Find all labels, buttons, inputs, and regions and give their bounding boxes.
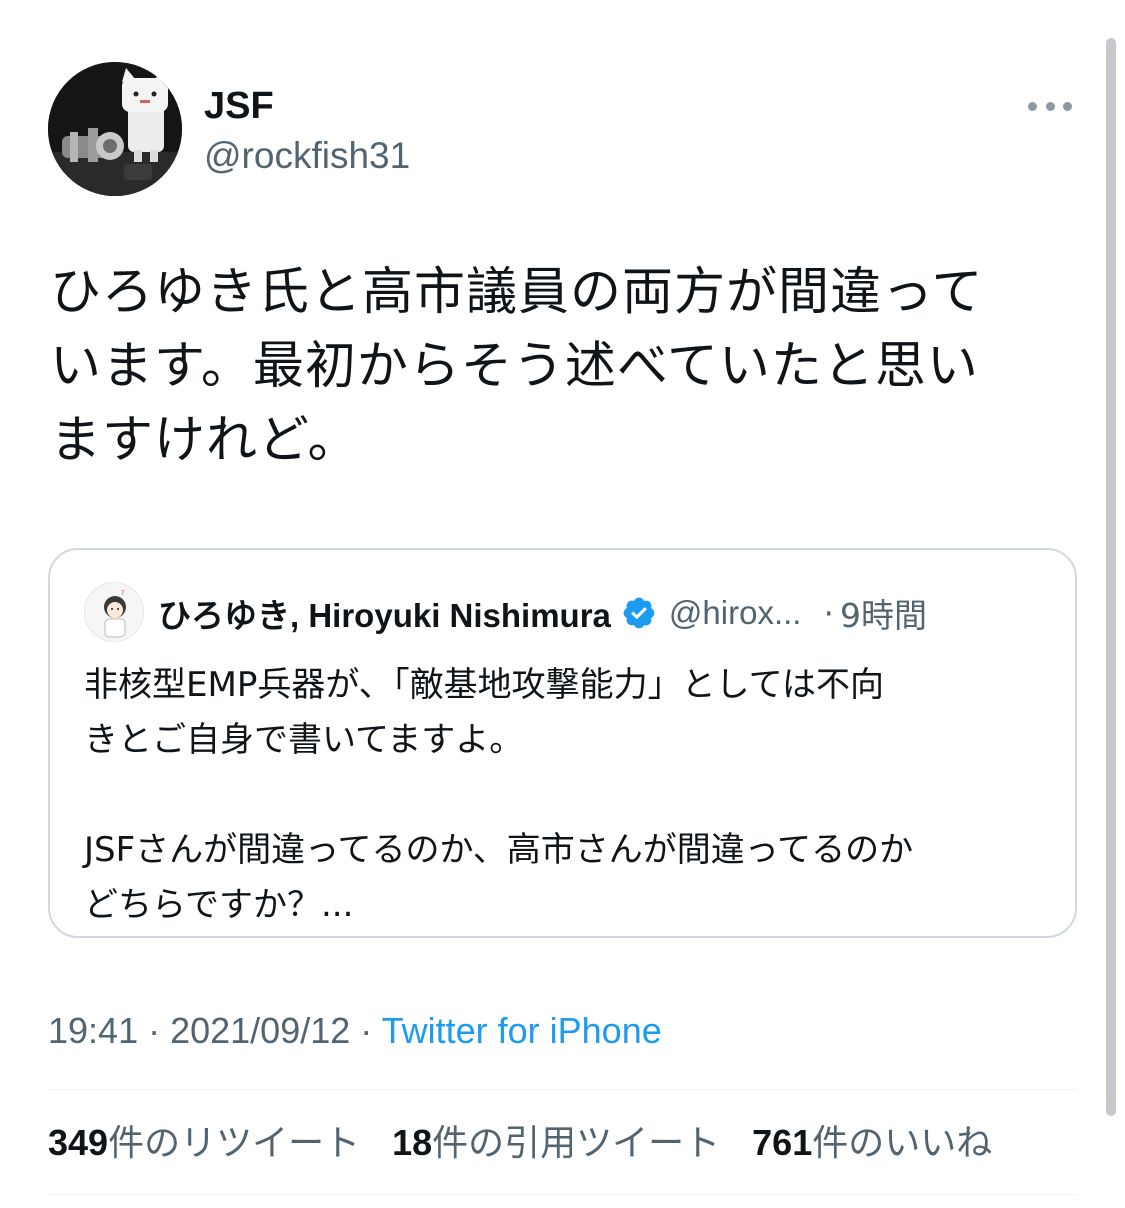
quoted-tweet-header: ひろゆき, Hiroyuki Nishimura @hirox... · 9時間 xyxy=(158,590,1038,636)
author-name[interactable]: JSF xyxy=(204,84,274,128)
tweet-source-link[interactable]: Twitter for iPhone xyxy=(382,1010,662,1051)
like-label: 件のいいね xyxy=(812,1123,993,1164)
retweet-label: 件のリツイート xyxy=(108,1123,361,1164)
verified-badge-icon xyxy=(623,597,655,629)
quoted-author-avatar: ? xyxy=(84,582,144,642)
scrollbar[interactable] xyxy=(1106,38,1116,1116)
quoted-tweet-text: 非核型EMP兵器が、「敵基地攻撃能力」としては不向 きとご自身で書いてますよ。 … xyxy=(84,665,914,925)
quoted-avatar-image: ? xyxy=(85,583,143,641)
more-dots-icon xyxy=(1028,101,1037,111)
quoted-tweet-time: 9時間 xyxy=(839,596,927,635)
quote-tweets-stat[interactable]: 18件の引用ツイート xyxy=(392,1120,720,1167)
author-avatar[interactable] xyxy=(48,62,182,196)
more-options-button[interactable] xyxy=(1024,88,1076,124)
more-dots-icon xyxy=(1045,101,1055,111)
quote-tweet-label: 件の引用ツイート xyxy=(432,1123,721,1164)
tweet-text: ひろゆき氏と高市議員の両方が間違って います。最初からそう述べていたと思い ます… xyxy=(50,263,984,470)
retweets-stat[interactable]: 349件のリツイート xyxy=(48,1120,360,1167)
quoted-tweet-card[interactable]: ? ひろゆき, Hiroyuki Nishimura @hirox... · 9… xyxy=(48,548,1077,938)
header-separator: · xyxy=(823,593,834,633)
tweet-meta: 19:41 · 2021/09/12 · Twitter for iPhone xyxy=(48,1008,662,1054)
author-handle[interactable]: @rockfish31 xyxy=(204,134,410,178)
like-count: 761 xyxy=(752,1122,813,1163)
divider xyxy=(48,1194,1077,1195)
quote-tweet-count: 18 xyxy=(392,1122,433,1163)
quoted-author-handle: @hirox... xyxy=(668,594,802,631)
quoted-author-name: ひろゆき, Hiroyuki Nishimura xyxy=(158,597,611,634)
tweet-detail-page: JSF @rockfish31 ひろゆき氏と高市議員の両方が間違って います。最… xyxy=(0,0,1125,1208)
likes-stat[interactable]: 761件のいいね xyxy=(752,1120,992,1167)
svg-text:?: ? xyxy=(121,589,125,597)
retweet-count: 349 xyxy=(48,1122,109,1163)
tweet-timestamp[interactable]: 19:41 · 2021/09/12 · xyxy=(48,1010,382,1051)
divider xyxy=(48,1089,1077,1090)
avatar-image xyxy=(48,62,182,196)
tweet-stats: 349件のリツイート 18件の引用ツイート 761件のいいね xyxy=(48,1120,1024,1167)
more-dots-icon xyxy=(1063,101,1072,111)
